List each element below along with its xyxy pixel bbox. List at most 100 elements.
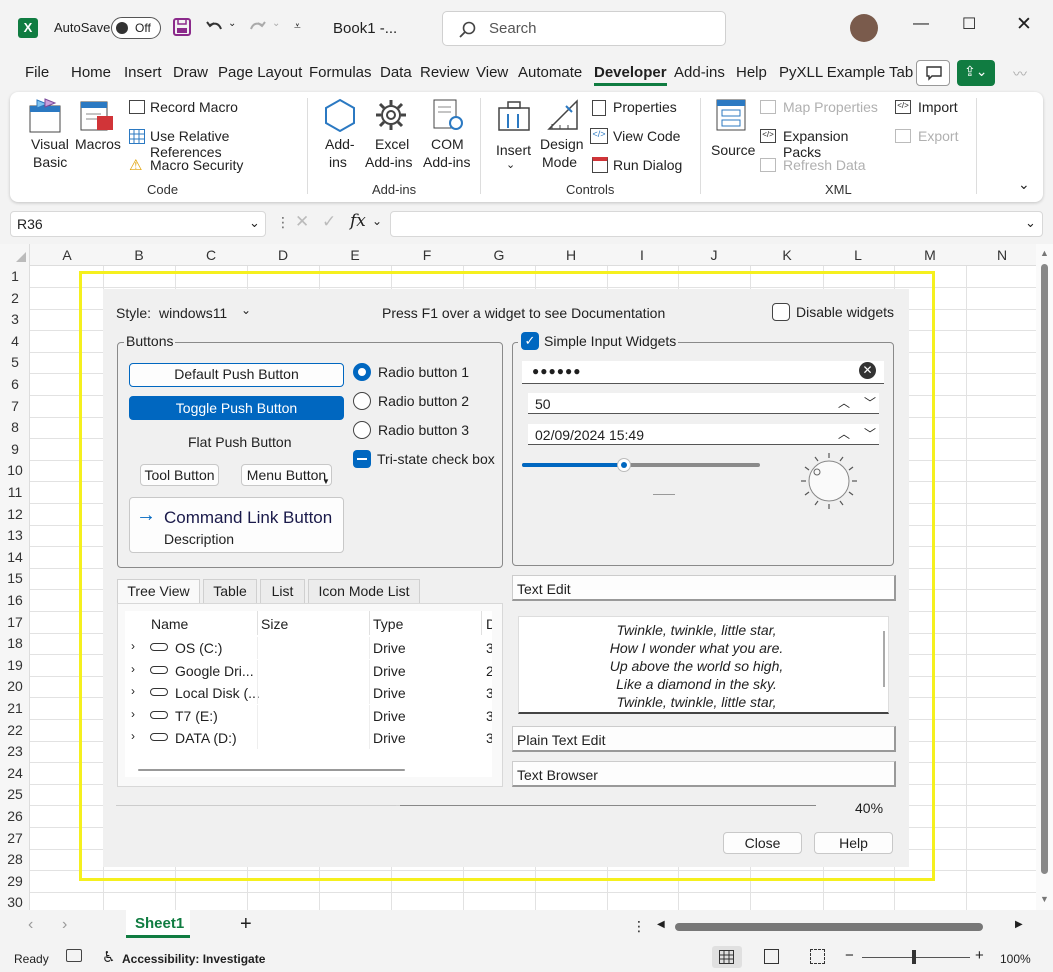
column-header[interactable]: F bbox=[392, 244, 462, 266]
add-ins-button[interactable]: Add- ins bbox=[319, 98, 361, 170]
close-button[interactable]: Close bbox=[723, 832, 802, 854]
row-header[interactable]: 25 bbox=[0, 786, 30, 802]
tab-view[interactable]: View bbox=[476, 64, 508, 81]
flat-push-button[interactable]: Flat Push Button bbox=[188, 434, 292, 450]
row-header[interactable]: 14 bbox=[0, 549, 30, 565]
run-dialog-button[interactable]: Run Dialog bbox=[590, 156, 690, 176]
datetime-down-icon[interactable]: ﹀ bbox=[864, 425, 876, 442]
record-macro-button[interactable]: Record Macro bbox=[127, 98, 292, 118]
tab-developer[interactable]: Developer bbox=[594, 64, 667, 86]
row-header[interactable]: 18 bbox=[0, 635, 30, 651]
undo-icon[interactable] bbox=[204, 17, 224, 37]
column-header[interactable]: B bbox=[104, 244, 174, 266]
column-header[interactable]: I bbox=[607, 244, 677, 266]
more-options-icon[interactable]: ⋮ bbox=[632, 918, 646, 935]
customize-qat-icon[interactable]: ⩡ bbox=[294, 19, 301, 34]
tab-add-ins[interactable]: Add-ins bbox=[674, 64, 725, 81]
header-date[interactable]: D bbox=[486, 616, 492, 632]
horizontal-slider[interactable] bbox=[522, 456, 760, 474]
macro-security-button[interactable]: ⚠ Macro Security bbox=[127, 156, 292, 176]
row-header[interactable]: 16 bbox=[0, 592, 30, 608]
tree-row[interactable]: › T7 (E:) Drive 3 bbox=[125, 705, 492, 727]
expansion-packs-button[interactable]: </> Expansion Packs bbox=[758, 127, 888, 160]
avatar[interactable] bbox=[850, 14, 878, 42]
tab-insert[interactable]: Insert bbox=[124, 64, 162, 81]
excel-add-ins-button[interactable]: Excel Add-ins bbox=[365, 98, 417, 170]
row-header[interactable]: 3 bbox=[0, 311, 30, 327]
row-header[interactable]: 24 bbox=[0, 765, 30, 781]
visual-basic-button[interactable]: Visual Basic bbox=[23, 98, 69, 170]
row-header[interactable]: 8 bbox=[0, 419, 30, 435]
row-header[interactable]: 7 bbox=[0, 398, 30, 414]
radio-button-3[interactable]: Radio button 3 bbox=[353, 421, 493, 441]
help-button[interactable]: Help bbox=[814, 832, 893, 854]
password-field[interactable]: ●●●●●● ✕ bbox=[522, 361, 884, 384]
close-window-icon[interactable]: ✕ bbox=[1016, 13, 1032, 36]
insert-function-icon[interactable]: fx bbox=[350, 211, 366, 231]
horizontal-scrollbar[interactable]: ◀ ▶ bbox=[655, 919, 1030, 935]
scroll-down-icon[interactable]: ▼ bbox=[1040, 894, 1049, 904]
slider-thumb[interactable] bbox=[617, 458, 632, 472]
tab-help[interactable]: Help bbox=[736, 64, 767, 81]
row-header[interactable]: 29 bbox=[0, 873, 30, 889]
column-header[interactable]: G bbox=[464, 244, 534, 266]
expand-arrow-icon[interactable]: › bbox=[131, 639, 135, 653]
tree-row[interactable]: › Local Disk (... Drive 3 bbox=[125, 682, 492, 704]
row-header[interactable]: 6 bbox=[0, 376, 30, 392]
import-button[interactable]: </> Import bbox=[893, 98, 963, 118]
sheet-tab-sheet1[interactable]: Sheet1 bbox=[126, 910, 190, 938]
row-header[interactable]: 10 bbox=[0, 462, 30, 478]
row-header[interactable]: 28 bbox=[0, 851, 30, 867]
tree-row[interactable]: › DATA (D:) Drive 3 bbox=[125, 727, 492, 749]
column-header[interactable]: A bbox=[32, 244, 102, 266]
tab-pyxll[interactable]: PyXLL Example Tab bbox=[779, 64, 913, 81]
row-header[interactable]: 5 bbox=[0, 354, 30, 370]
text-edit-scrollbar[interactable] bbox=[883, 631, 885, 687]
page-break-view-icon[interactable] bbox=[810, 949, 825, 964]
tool-button[interactable]: Tool Button bbox=[140, 464, 219, 486]
insert-controls-button[interactable]: Insert ⌄ bbox=[492, 98, 536, 174]
tab-tree-view[interactable]: Tree View bbox=[117, 579, 200, 603]
spin-down-icon[interactable]: ﹀ bbox=[864, 394, 876, 411]
view-code-button[interactable]: </> View Code bbox=[590, 127, 690, 147]
scroll-right-icon[interactable]: › bbox=[62, 916, 67, 934]
row-header[interactable]: 20 bbox=[0, 678, 30, 694]
style-combobox[interactable]: windows11 ⌄ bbox=[155, 300, 258, 324]
column-header[interactable]: L bbox=[823, 244, 893, 266]
text-edit-toolbox-header[interactable]: Text Edit bbox=[512, 575, 896, 601]
disable-widgets-checkbox[interactable]: Disable widgets bbox=[772, 302, 897, 324]
autosave-toggle[interactable]: Off bbox=[111, 17, 161, 39]
name-box[interactable]: R36 ⌄ bbox=[10, 211, 266, 237]
chevron-down-icon[interactable]: ⌄ bbox=[372, 214, 382, 228]
scroll-right-arrow-icon[interactable]: ▶ bbox=[1015, 919, 1023, 930]
row-header[interactable]: 2 bbox=[0, 290, 30, 306]
accessibility-status[interactable]: Accessibility: Investigate bbox=[122, 952, 265, 966]
tab-draw[interactable]: Draw bbox=[173, 64, 208, 81]
horizontal-scroll-thumb[interactable] bbox=[675, 923, 983, 931]
column-header[interactable]: H bbox=[536, 244, 606, 266]
tab-file[interactable]: File bbox=[25, 64, 49, 81]
com-add-ins-button[interactable]: COM Add-ins bbox=[423, 98, 475, 170]
tab-table[interactable]: Table bbox=[203, 579, 257, 603]
tab-data[interactable]: Data bbox=[380, 64, 412, 81]
design-mode-button[interactable]: Design Mode bbox=[538, 98, 588, 174]
expand-formula-icon[interactable]: ⌄ bbox=[1025, 215, 1036, 231]
undo-dropdown-icon[interactable]: ⌄ bbox=[228, 18, 236, 29]
header-size[interactable]: Size bbox=[261, 616, 288, 632]
zoom-out-icon[interactable]: − bbox=[845, 947, 854, 964]
add-sheet-icon[interactable]: + bbox=[240, 913, 252, 936]
vertical-scroll-thumb[interactable] bbox=[1041, 264, 1048, 874]
share-button[interactable]: ⇪⌄ bbox=[957, 60, 995, 86]
row-header[interactable]: 21 bbox=[0, 700, 30, 716]
zoom-slider-thumb[interactable] bbox=[912, 950, 916, 964]
zoom-in-icon[interactable]: + bbox=[975, 947, 984, 964]
expand-arrow-icon[interactable]: › bbox=[131, 707, 135, 721]
zoom-level[interactable]: 100% bbox=[1000, 952, 1031, 966]
text-browser-toolbox-header[interactable]: Text Browser bbox=[512, 761, 896, 787]
row-header[interactable]: 19 bbox=[0, 657, 30, 673]
scroll-up-icon[interactable]: ▲ bbox=[1040, 248, 1049, 258]
column-header[interactable]: N bbox=[967, 244, 1037, 266]
row-header[interactable]: 4 bbox=[0, 333, 30, 349]
simple-inputs-checkbox[interactable]: ✓ Simple Input Widgets bbox=[518, 330, 678, 352]
column-header[interactable]: C bbox=[176, 244, 246, 266]
